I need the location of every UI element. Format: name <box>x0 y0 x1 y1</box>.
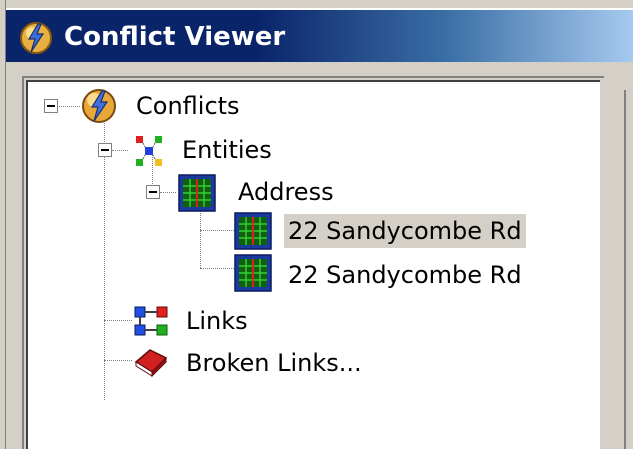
tree-connector <box>56 106 80 107</box>
window-title: Conflict Viewer <box>64 22 286 52</box>
tree-connector <box>112 150 128 151</box>
tree-node-links[interactable]: Links <box>182 304 252 338</box>
grid-icon <box>234 254 272 292</box>
lightning-sphere-icon <box>20 22 52 54</box>
tree-node-address-item-selected[interactable]: 22 Sandycombe Rd <box>284 214 526 248</box>
collapse-address-button[interactable] <box>146 185 160 199</box>
window-left-edge <box>0 0 6 449</box>
tree-node-conflicts[interactable]: Conflicts <box>132 89 244 123</box>
window-top-edge <box>0 0 633 8</box>
conflict-icon <box>82 89 116 123</box>
tree-connector <box>104 320 132 321</box>
tree-connector <box>200 230 234 231</box>
broken-link-book-icon <box>134 349 168 378</box>
grid-icon <box>234 212 272 250</box>
links-icon <box>134 306 168 336</box>
tree-node-address[interactable]: Address <box>234 175 338 209</box>
collapse-conflicts-button[interactable] <box>44 99 58 113</box>
conflict-tree[interactable]: Conflicts Entities Address 22 Sandycombe… <box>26 80 600 449</box>
title-bar[interactable]: Conflict Viewer <box>6 8 633 62</box>
right-panel-edge <box>624 90 633 449</box>
entities-icon <box>136 136 162 166</box>
grid-icon <box>178 174 216 212</box>
tree-node-entities[interactable]: Entities <box>178 133 276 167</box>
tree-node-broken-links[interactable]: Broken Links... <box>182 346 366 380</box>
tree-connector <box>160 192 176 193</box>
conflict-viewer-window: Conflict Viewer Conflicts Entities Addre… <box>0 0 633 449</box>
tree-connector <box>104 360 132 361</box>
tree-node-address-item[interactable]: 22 Sandycombe Rd <box>284 258 526 292</box>
collapse-entities-button[interactable] <box>98 143 112 157</box>
tree-connector <box>200 268 234 269</box>
